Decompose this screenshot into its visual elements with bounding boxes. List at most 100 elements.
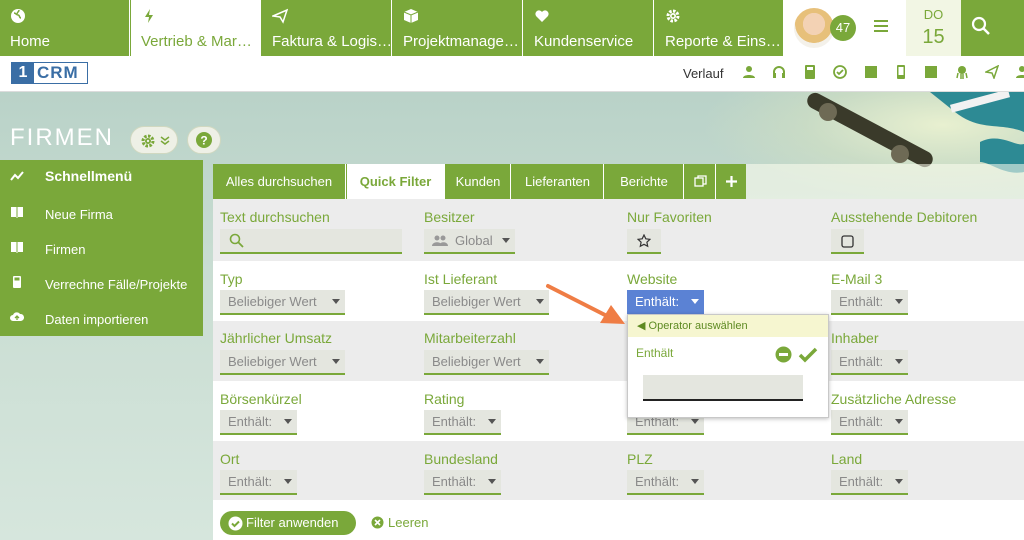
calendar-date[interactable]: DO 15 xyxy=(906,0,961,56)
owner-operator-value: Enthält: xyxy=(839,354,884,369)
sidebar-item-new-company[interactable]: Neue Firma xyxy=(0,196,203,231)
operator-popup-header[interactable]: ◀ Operator auswählen xyxy=(628,315,828,337)
remove-icon[interactable] xyxy=(775,346,792,363)
type-select[interactable]: Beliebiger Wert xyxy=(220,290,345,315)
apply-filter-button[interactable]: Filter anwenden xyxy=(220,511,356,535)
paper-plane-icon[interactable] xyxy=(985,65,999,79)
nav-tab-label: Home xyxy=(10,33,51,50)
owner-operator-select[interactable]: Enthält: xyxy=(831,350,908,375)
employees-select[interactable]: Beliebiger Wert xyxy=(424,350,549,375)
quick-menu-title: Schnellmenü xyxy=(45,168,133,184)
filter-label: Website xyxy=(627,271,678,287)
sidebar-item-label: Firmen xyxy=(45,242,86,257)
filter-label: Mitarbeiterzahl xyxy=(424,330,516,346)
quick-menu-header[interactable]: Schnellmenü xyxy=(0,160,203,195)
rating-operator-select[interactable]: Enthält: xyxy=(424,410,501,435)
sidebar-item-companies[interactable]: Firmen xyxy=(0,231,203,266)
state-operator-select[interactable]: Enthält: xyxy=(424,470,501,495)
country-operator-select[interactable]: Enthält: xyxy=(831,470,908,495)
notification-badge[interactable]: 47 xyxy=(830,15,856,41)
operator-value-input[interactable] xyxy=(643,375,803,401)
tab-new-window[interactable] xyxy=(685,164,716,199)
tab-customers[interactable]: Kunden xyxy=(446,164,511,199)
country-operator-value: Enthält: xyxy=(839,474,884,489)
employees-select-value: Beliebiger Wert xyxy=(432,354,521,369)
close-circle-icon xyxy=(371,516,384,529)
calculator-icon xyxy=(13,276,21,288)
operator-popup-title: Operator auswählen xyxy=(648,320,748,332)
filter-label: Typ xyxy=(220,271,243,287)
filter-label: Rating xyxy=(424,391,465,407)
day-of-week: DO xyxy=(923,7,944,22)
page-title: FIRMEN xyxy=(10,124,114,151)
owner-select[interactable]: Global xyxy=(424,229,515,254)
logo-text: CRM xyxy=(37,63,79,82)
filter-label: Ist Lieferant xyxy=(424,271,498,287)
chevron-down-icon xyxy=(160,136,170,145)
tab-suppliers[interactable]: Lieferanten xyxy=(512,164,604,199)
cloud-upload-icon xyxy=(10,312,24,321)
square-icon[interactable] xyxy=(924,65,938,79)
filter-label: Bundesland xyxy=(424,451,498,467)
text-search-input[interactable] xyxy=(220,229,402,254)
headset-icon[interactable] xyxy=(772,65,786,79)
search-icon xyxy=(229,233,244,248)
sidebar-item-label: Daten importieren xyxy=(45,312,149,327)
menu-icon[interactable] xyxy=(874,20,888,32)
website-operator-select[interactable]: Enthält: xyxy=(627,290,704,315)
filter-label: Ort xyxy=(220,451,240,467)
address-operator-select[interactable]: Enthält: xyxy=(831,410,908,435)
sidebar-item-import-data[interactable]: Daten importieren xyxy=(0,301,203,336)
search-icon xyxy=(971,16,990,35)
clear-filter-label: Leeren xyxy=(388,515,429,530)
revenue-select[interactable]: Beliebiger Wert xyxy=(220,350,345,375)
tab-reports[interactable]: Berichte xyxy=(605,164,684,199)
ticker-operator-select[interactable]: Enthält: xyxy=(220,410,297,435)
outstanding-checkbox[interactable] xyxy=(831,229,864,254)
owner-select-value: Global xyxy=(455,233,493,248)
tab-add[interactable] xyxy=(717,164,746,199)
nav-tab-projects[interactable]: Projektmanage… xyxy=(393,0,523,56)
globe-icon xyxy=(11,9,25,23)
state-operator-value: Enthält: xyxy=(432,474,477,489)
clear-filter-button[interactable]: Leeren xyxy=(371,511,428,535)
nav-tab-sales[interactable]: Vertrieb & Mar… xyxy=(131,0,261,56)
logo[interactable]: 1 CRM xyxy=(11,62,88,84)
address-operator-value: Enthält: xyxy=(839,414,884,429)
phone-icon[interactable] xyxy=(894,65,908,79)
history-link[interactable]: Verlauf xyxy=(683,66,723,81)
rating-operator-value: Enthält: xyxy=(432,414,477,429)
nav-tab-service[interactable]: Kundenservice xyxy=(524,0,654,56)
search-button[interactable] xyxy=(961,0,1024,56)
avatar[interactable] xyxy=(794,8,834,48)
tentacle-icon[interactable] xyxy=(955,65,969,79)
nav-tab-home[interactable]: Home xyxy=(0,0,130,56)
tab-search-all[interactable]: Alles durchsuchen xyxy=(213,164,346,199)
settings-dropdown-button[interactable] xyxy=(130,126,178,154)
calculator-icon[interactable] xyxy=(803,65,817,79)
tab-quick-filter[interactable]: Quick Filter xyxy=(347,164,445,199)
supplier-select[interactable]: Beliebiger Wert xyxy=(424,290,549,315)
check-icon[interactable] xyxy=(798,346,818,363)
filter-label: Zusätzliche Adresse xyxy=(831,391,957,407)
filter-label: Inhaber xyxy=(831,330,879,346)
sidebar-item-billing-cases[interactable]: Verrechne Fälle/Projekte xyxy=(0,266,203,301)
square-icon[interactable] xyxy=(864,65,878,79)
type-select-value: Beliebiger Wert xyxy=(228,294,317,309)
check-circle-icon[interactable] xyxy=(833,65,847,79)
heart-icon xyxy=(535,10,549,22)
filter-label: Börsenkürzel xyxy=(220,391,302,407)
city-operator-select[interactable]: Enthält: xyxy=(220,470,297,495)
nav-tab-reports[interactable]: Reporte & Eins… xyxy=(655,0,784,56)
nav-tab-billing[interactable]: Faktura & Logis… xyxy=(262,0,392,56)
user-icon[interactable] xyxy=(1015,65,1024,79)
email3-operator-select[interactable]: Enthält: xyxy=(831,290,908,315)
nav-tab-label: Vertrieb & Mar… xyxy=(141,33,252,50)
gear-icon xyxy=(666,9,680,23)
help-button[interactable]: ? xyxy=(187,126,221,154)
book-icon xyxy=(11,207,23,218)
user-icon[interactable] xyxy=(742,65,756,79)
zip-operator-select[interactable]: Enthält: xyxy=(627,470,704,495)
svg-text:?: ? xyxy=(200,134,207,148)
favorites-toggle[interactable] xyxy=(627,229,661,254)
